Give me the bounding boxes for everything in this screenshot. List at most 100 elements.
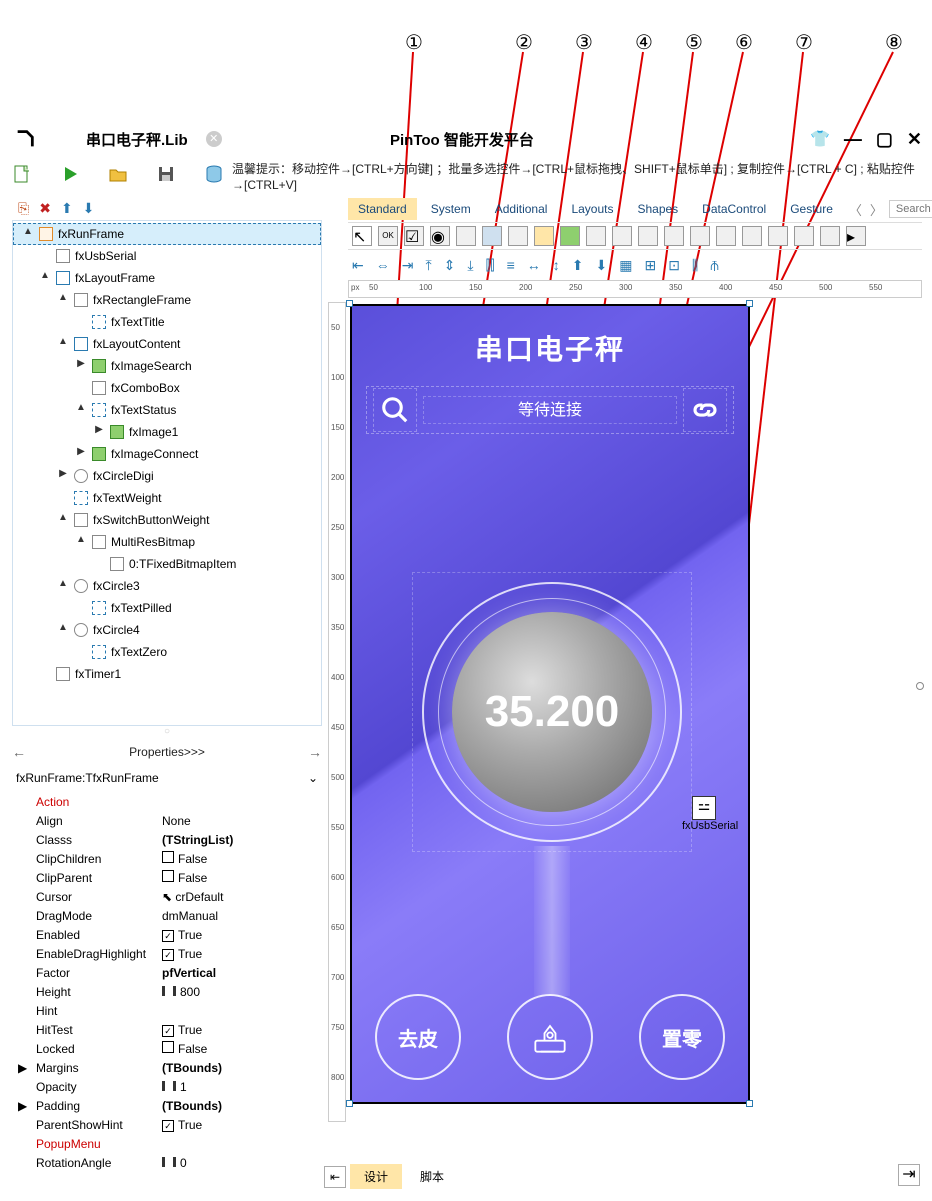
component-tree[interactable]: ▲fxRunFramefxUsbSerial▲fxLayoutFrame▲fxR… [12,220,322,726]
tree-node[interactable]: ▲fxLayoutContent [13,333,321,355]
prop-row[interactable]: EnableDragHighlight✓True [12,944,322,963]
palette-status-icon[interactable] [768,226,788,246]
prop-row[interactable]: ClipChildrenFalse [12,849,322,868]
connect-icon[interactable] [683,388,727,432]
tree-delete-icon[interactable]: ✖ [39,200,51,217]
align-middle-icon[interactable]: ⇕ [444,257,456,274]
search-icon[interactable] [373,388,417,432]
dist-v-icon[interactable]: ≡ [507,257,515,273]
tree-node[interactable]: fxTextPilled [13,597,321,619]
dist-h-icon[interactable]: ⫿⫿ [486,257,495,274]
btm-left-icon[interactable]: ⇤ [324,1166,346,1188]
tree-node[interactable]: ▲fxRunFrame [13,223,321,245]
property-grid[interactable]: ActionAlignNoneClasss(TStringList)ClipCh… [12,792,322,1172]
palette-progress-icon[interactable] [612,226,632,246]
prop-row[interactable]: Action [12,792,322,811]
tab-script[interactable]: 脚本 [406,1164,458,1189]
align-right-icon[interactable]: ⇥ [402,257,414,274]
btm-right-icon[interactable]: ⇥ [898,1164,920,1186]
zero-button[interactable]: 置零 [639,994,725,1080]
prop-row[interactable]: ClipParentFalse [12,868,322,887]
tree-node[interactable]: fxTextWeight [13,487,321,509]
align-center-h-icon[interactable]: ⇔ [376,257,390,273]
tab-layouts[interactable]: Layouts [561,198,623,220]
tree-node[interactable]: ▶fxImageConnect [13,443,321,465]
palette-toolbar-icon[interactable] [794,226,814,246]
tree-down-icon[interactable]: ⬇ [83,200,95,217]
palette-panel-icon[interactable] [482,226,502,246]
palette-callout-icon[interactable] [508,226,528,246]
palette-label-icon[interactable] [534,226,554,246]
palette-expander-icon[interactable] [664,226,684,246]
tree-node[interactable]: fxTimer1 [13,663,321,685]
prop-row[interactable]: Hint [12,1001,322,1020]
scale-button[interactable] [507,994,593,1080]
align-vspace-icon[interactable]: ⫚ [710,257,718,274]
align-top-icon[interactable]: ⤒ [425,257,431,274]
tree-new-icon[interactable]: ⎘ [18,200,29,217]
phone-frame[interactable]: 串口电子秤 等待连接 35.200 ⚍ fxUsbSerial 去皮 置零 [350,304,750,1104]
prop-row[interactable]: ParentShowHint✓True [12,1115,322,1134]
align-bottom-icon[interactable]: ⤓ [467,257,473,274]
palette-cursor-icon[interactable]: ↖ [352,226,372,246]
minimize-button[interactable]: — [844,129,862,150]
tare-button[interactable]: 去皮 [375,994,461,1080]
tree-node[interactable]: fxComboBox [13,377,321,399]
tree-node[interactable]: ▲fxCircle3 [13,575,321,597]
align-snap-icon[interactable]: ⊞ [644,257,656,274]
open-icon[interactable] [108,164,128,184]
save-icon[interactable] [156,164,176,184]
prop-row[interactable]: Height800 [12,982,322,1001]
run-icon[interactable] [60,164,80,184]
palette-splitter-icon[interactable] [742,226,762,246]
prop-row[interactable]: Classs(TStringList) [12,830,322,849]
tab-additional[interactable]: Additional [485,198,558,220]
tabs-left-icon[interactable]: 〈 [847,200,864,219]
same-height-icon[interactable]: ↕ [553,257,560,273]
maximize-button[interactable]: ▢ [876,129,893,150]
tree-node[interactable]: ▲fxLayoutFrame [13,267,321,289]
palette-check-icon[interactable]: ☑ [404,226,424,246]
prop-row[interactable]: DragModedmManual [12,906,322,925]
usb-serial-icon[interactable]: ⚍ [692,796,716,820]
palette-button-icon[interactable]: OK [378,226,398,246]
prop-row[interactable]: AlignNone [12,811,322,830]
prop-row[interactable]: FactorpfVertical [12,963,322,982]
tab-close-icon[interactable]: ✕ [206,131,222,147]
palette-image-icon[interactable] [560,226,580,246]
align-grid-icon[interactable]: ▦ [619,257,632,274]
theme-icon[interactable]: 👕 [810,129,830,149]
sel-handle[interactable] [346,300,353,307]
prop-row[interactable]: Cursor⬉ crDefault [12,887,322,906]
tab-gesture[interactable]: Gesture [780,198,843,220]
tab-datacontrol[interactable]: DataControl [692,198,776,220]
prop-row[interactable]: Enabled✓True [12,925,322,944]
tree-node[interactable]: fxTextZero [13,641,321,663]
prop-row[interactable]: Opacity1 [12,1077,322,1096]
tab-system[interactable]: System [421,198,481,220]
tree-node[interactable]: ▶fxImage1 [13,421,321,443]
sel-handle[interactable] [746,300,753,307]
palette-group-icon[interactable] [456,226,476,246]
close-button[interactable]: ✕ [907,129,922,150]
align-hspace-icon[interactable]: ⫼ [692,257,698,274]
tree-node[interactable]: ▶fxCircleDigi [13,465,321,487]
tree-up-icon[interactable]: ⬆ [61,200,73,217]
tree-node[interactable]: 0:TFixedBitmapItem [13,553,321,575]
palette-path-icon[interactable] [586,226,606,246]
tab-standard[interactable]: Standard [348,198,417,220]
send-back-icon[interactable]: ⬇ [595,257,607,274]
tree-node[interactable]: ▲MultiResBitmap [13,531,321,553]
tree-node[interactable]: ▶fxImageSearch [13,355,321,377]
prop-row[interactable]: RotationAngle0 [12,1153,322,1172]
bring-front-icon[interactable]: ⬆ [572,257,584,274]
splitter[interactable]: ←Properties>>>→ [12,740,322,764]
sel-handle[interactable] [746,1100,753,1107]
tabs-right-icon[interactable]: 〉 [868,200,885,219]
tree-node[interactable]: ▲fxCircle4 [13,619,321,641]
same-width-icon[interactable]: ↔ [527,257,541,273]
prop-row[interactable]: ▶Margins(TBounds) [12,1058,322,1077]
tree-node[interactable]: ▲fxRectangleFrame [13,289,321,311]
prop-row[interactable]: PopupMenu [12,1134,322,1153]
tab-shapes[interactable]: Shapes [627,198,688,220]
